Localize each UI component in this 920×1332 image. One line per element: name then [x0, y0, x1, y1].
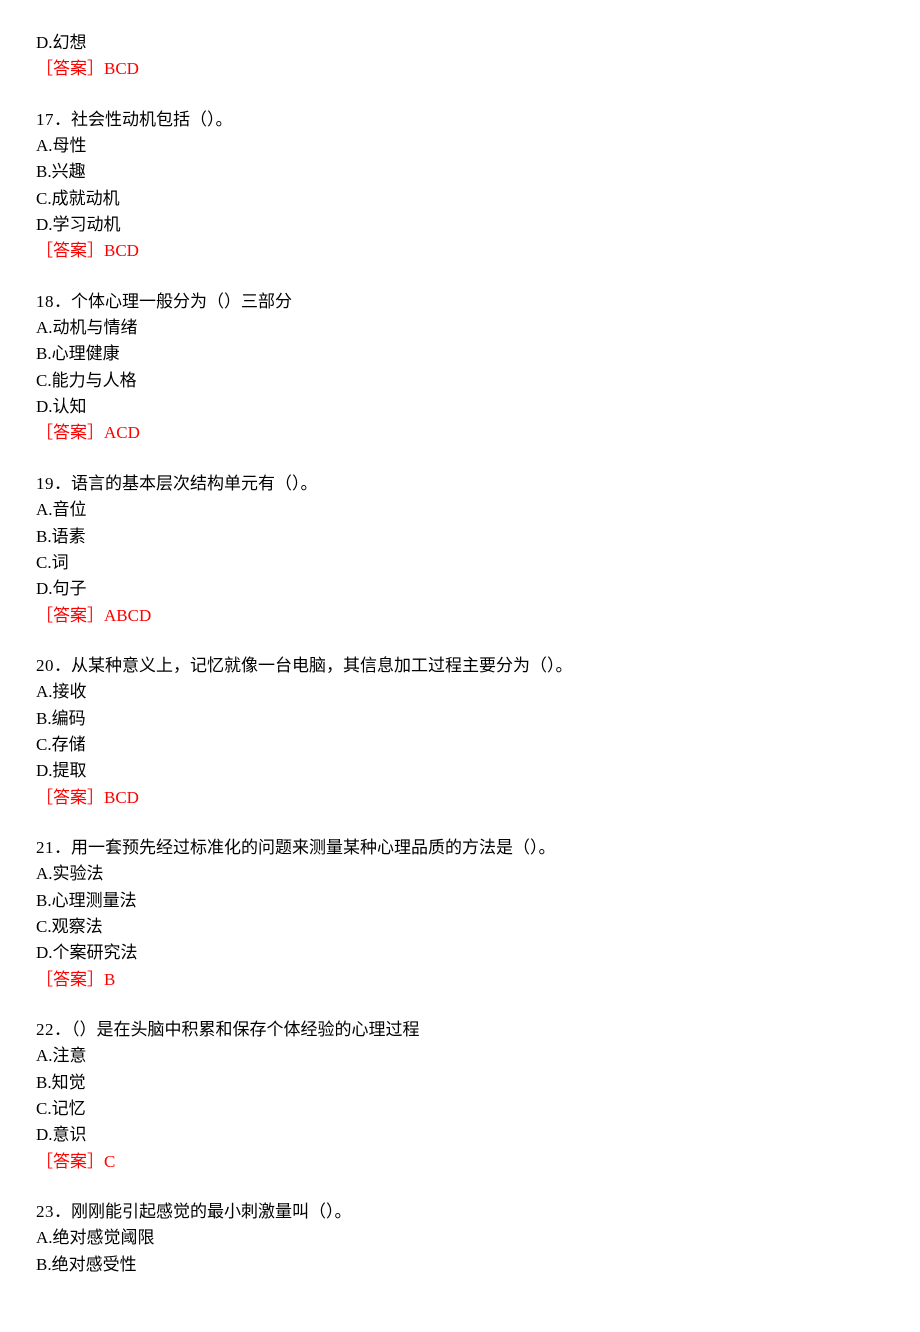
question-number: 23 — [36, 1202, 54, 1221]
question-stem: 21．用一套预先经过标准化的问题来测量某种心理品质的方法是（）。 — [36, 835, 890, 861]
option-b: B.编码 — [36, 706, 890, 732]
option-a: A.动机与情绪 — [36, 315, 890, 341]
answer-label: ［答案］ — [36, 423, 104, 442]
option-c: C.存储 — [36, 732, 890, 758]
answer-line: ［答案］BCD — [36, 59, 139, 78]
answer-label: ［答案］ — [36, 606, 104, 625]
question-18: 18．个体心理一般分为（）三部分 A.动机与情绪 B.心理健康 C.能力与人格 … — [36, 289, 890, 447]
question-text: ．用一套预先经过标准化的问题来测量某种心理品质的方法是（）。 — [54, 838, 556, 857]
answer-line: ［答案］BCD — [36, 788, 139, 807]
question-fragment-top: D.幻想 ［答案］BCD — [36, 30, 890, 83]
question-text: ．语言的基本层次结构单元有（）。 — [54, 474, 318, 493]
question-text: ．刚刚能引起感觉的最小刺激量叫（）。 — [54, 1202, 352, 1221]
answer-value: BCD — [104, 788, 139, 807]
answer-label: ［答案］ — [36, 241, 104, 260]
option-d: D.句子 — [36, 576, 890, 602]
question-text: ．社会性动机包括（）。 — [54, 110, 233, 129]
option-b: B.知觉 — [36, 1070, 890, 1096]
answer-label: ［答案］ — [36, 970, 104, 989]
question-22: 22．（）是在头脑中积累和保存个体经验的心理过程 A.注意 B.知觉 C.记忆 … — [36, 1017, 890, 1175]
question-number: 19 — [36, 474, 54, 493]
option-c: C.能力与人格 — [36, 368, 890, 394]
question-17: 17．社会性动机包括（）。 A.母性 B.兴趣 C.成就动机 D.学习动机 ［答… — [36, 107, 890, 265]
option-a: A.接收 — [36, 679, 890, 705]
question-21: 21．用一套预先经过标准化的问题来测量某种心理品质的方法是（）。 A.实验法 B… — [36, 835, 890, 993]
option-c: C.成就动机 — [36, 186, 890, 212]
answer-label: ［答案］ — [36, 1152, 104, 1171]
option-b: B.绝对感受性 — [36, 1252, 890, 1278]
option-a: A.音位 — [36, 497, 890, 523]
answer-line: ［答案］ACD — [36, 423, 140, 442]
question-number: 17 — [36, 110, 54, 129]
answer-line: ［答案］C — [36, 1152, 115, 1171]
option-d: D.意识 — [36, 1122, 890, 1148]
option-d: D.提取 — [36, 758, 890, 784]
option-d: D.认知 — [36, 394, 890, 420]
answer-value: C — [104, 1152, 115, 1171]
question-text: ．从某种意义上，记忆就像一台电脑，其信息加工过程主要分为（）。 — [54, 656, 573, 675]
question-stem: 20．从某种意义上，记忆就像一台电脑，其信息加工过程主要分为（）。 — [36, 653, 890, 679]
answer-value: BCD — [104, 59, 139, 78]
question-text: ．（）是在头脑中积累和保存个体经验的心理过程 — [54, 1020, 420, 1039]
option-d: D.学习动机 — [36, 212, 890, 238]
answer-line: ［答案］B — [36, 970, 115, 989]
question-number: 20 — [36, 656, 54, 675]
option-b: B.语素 — [36, 524, 890, 550]
option-a: A.实验法 — [36, 861, 890, 887]
option-d: D.幻想 — [36, 30, 890, 56]
question-stem: 18．个体心理一般分为（）三部分 — [36, 289, 890, 315]
option-b: B.心理测量法 — [36, 888, 890, 914]
option-a: A.母性 — [36, 133, 890, 159]
answer-value: B — [104, 970, 115, 989]
answer-value: ACD — [104, 423, 140, 442]
question-text: ．个体心理一般分为（）三部分 — [54, 292, 292, 311]
option-c: C.记忆 — [36, 1096, 890, 1122]
question-stem: 19．语言的基本层次结构单元有（）。 — [36, 471, 890, 497]
option-b: B.心理健康 — [36, 341, 890, 367]
answer-line: ［答案］BCD — [36, 241, 139, 260]
option-c: C.词 — [36, 550, 890, 576]
question-23: 23．刚刚能引起感觉的最小刺激量叫（）。 A.绝对感觉阈限 B.绝对感受性 — [36, 1199, 890, 1278]
question-stem: 22．（）是在头脑中积累和保存个体经验的心理过程 — [36, 1017, 890, 1043]
question-number: 22 — [36, 1020, 54, 1039]
option-c: C.观察法 — [36, 914, 890, 940]
answer-label: ［答案］ — [36, 788, 104, 807]
answer-value: BCD — [104, 241, 139, 260]
option-a: A.注意 — [36, 1043, 890, 1069]
question-19: 19．语言的基本层次结构单元有（）。 A.音位 B.语素 C.词 D.句子 ［答… — [36, 471, 890, 629]
question-stem: 23．刚刚能引起感觉的最小刺激量叫（）。 — [36, 1199, 890, 1225]
option-a: A.绝对感觉阈限 — [36, 1225, 890, 1251]
question-stem: 17．社会性动机包括（）。 — [36, 107, 890, 133]
answer-label: ［答案］ — [36, 59, 104, 78]
option-d: D.个案研究法 — [36, 940, 890, 966]
question-20: 20．从某种意义上，记忆就像一台电脑，其信息加工过程主要分为（）。 A.接收 B… — [36, 653, 890, 811]
option-b: B.兴趣 — [36, 159, 890, 185]
question-number: 18 — [36, 292, 54, 311]
answer-line: ［答案］ABCD — [36, 606, 151, 625]
question-number: 21 — [36, 838, 54, 857]
answer-value: ABCD — [104, 606, 151, 625]
